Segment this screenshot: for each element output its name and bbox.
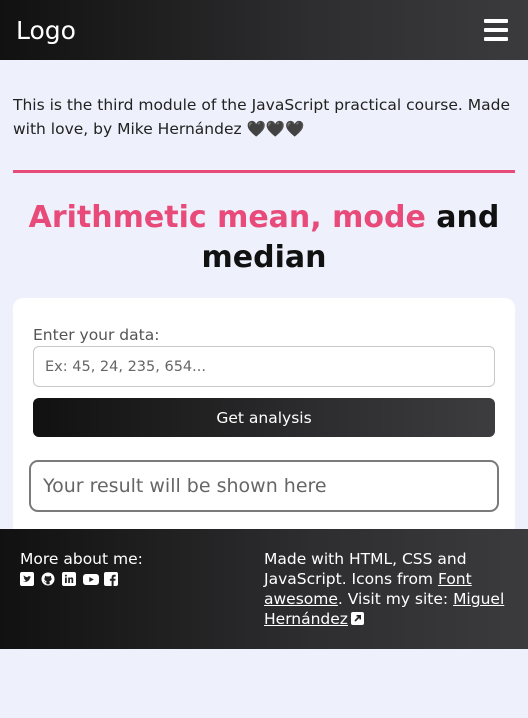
twitter-icon[interactable] <box>20 571 36 586</box>
hamburger-menu-icon[interactable] <box>484 19 508 41</box>
social-links <box>20 571 143 586</box>
page-title: Arithmetic mean, mode and median <box>0 198 528 278</box>
about-label: More about me: <box>20 550 143 568</box>
github-icon[interactable] <box>41 571 57 586</box>
divider <box>13 170 515 173</box>
intro-text: This is the third module of the JavaScri… <box>13 96 510 138</box>
data-input[interactable] <box>33 346 495 387</box>
visit-text: . Visit my site: <box>337 590 454 608</box>
external-link-icon <box>350 610 364 625</box>
footer: More about me: Made with HTML, CSS and J… <box>0 529 528 649</box>
get-analysis-button[interactable]: Get analysis <box>33 398 495 437</box>
result-box: Your result will be shown here <box>29 460 499 512</box>
youtube-icon[interactable] <box>83 571 99 585</box>
title-highlight: Arithmetic mean, mode <box>28 200 426 235</box>
linkedin-icon[interactable] <box>62 571 78 586</box>
footer-credits: Made with HTML, CSS and JavaScript. Icon… <box>264 549 514 629</box>
facebook-icon[interactable] <box>104 571 120 586</box>
credits-text: Made with HTML, CSS and JavaScript. Icon… <box>264 550 467 588</box>
analysis-card: Enter your data: Get analysis Your resul… <box>13 298 515 538</box>
top-navbar: Logo <box>0 0 528 60</box>
menu-bar <box>484 28 508 32</box>
menu-bar <box>484 19 508 23</box>
menu-bar <box>484 37 508 41</box>
data-input-label: Enter your data: <box>33 326 160 344</box>
logo[interactable]: Logo <box>16 16 76 45</box>
footer-about: More about me: <box>20 549 143 586</box>
